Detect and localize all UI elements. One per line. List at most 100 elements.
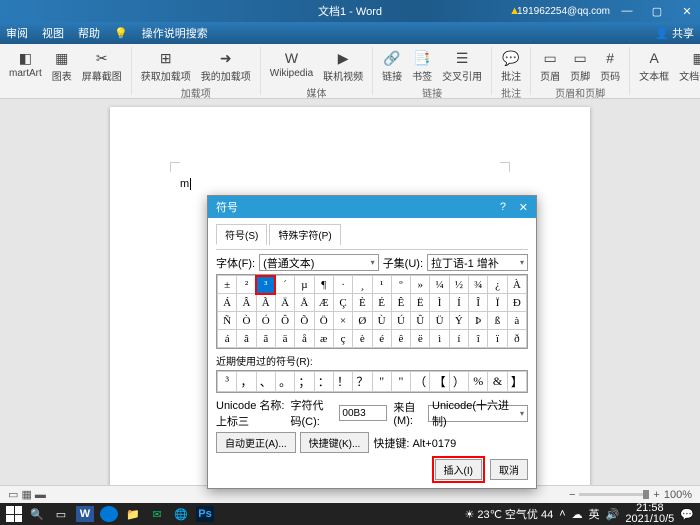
- character-cell[interactable]: æ: [314, 330, 333, 348]
- character-cell[interactable]: Å: [295, 294, 314, 312]
- zoom-level[interactable]: 100%: [664, 489, 692, 501]
- ribbon-button[interactable]: ▭页脚: [567, 47, 593, 85]
- character-cell[interactable]: µ: [295, 276, 314, 294]
- share-button[interactable]: 👤 共享: [655, 25, 694, 41]
- character-cell[interactable]: Ê: [391, 294, 410, 312]
- character-cell[interactable]: ·: [333, 276, 352, 294]
- character-cell[interactable]: Ç: [333, 294, 352, 312]
- recent-character-cell[interactable]: 【: [430, 372, 449, 392]
- character-cell[interactable]: ã: [256, 330, 275, 348]
- character-cell[interactable]: Ó: [256, 312, 275, 330]
- character-cell[interactable]: Ä: [275, 294, 294, 312]
- search-icon[interactable]: 🔍: [28, 506, 46, 522]
- recent-character-cell[interactable]: %: [469, 372, 488, 392]
- ribbon-button[interactable]: ▦文档部件: [676, 47, 700, 85]
- task-view-icon[interactable]: ▭: [52, 506, 70, 522]
- shortcut-key-button[interactable]: 快捷键(K)...: [300, 432, 370, 453]
- recent-character-cell[interactable]: ）: [449, 372, 468, 392]
- character-cell[interactable]: ì: [430, 330, 449, 348]
- tray-chevron-icon[interactable]: ˄: [559, 508, 565, 520]
- recent-character-cell[interactable]: （: [411, 372, 430, 392]
- character-cell[interactable]: ï: [488, 330, 507, 348]
- zoom-slider[interactable]: [579, 493, 649, 496]
- recent-character-cell[interactable]: ：: [314, 372, 333, 392]
- ribbon-button[interactable]: ◧martArt: [6, 47, 45, 81]
- minimize-button[interactable]: —: [618, 5, 636, 18]
- ime-indicator[interactable]: 英: [589, 506, 600, 522]
- ribbon-button[interactable]: 🔗链接: [379, 47, 405, 85]
- character-cell[interactable]: ¾: [469, 276, 488, 294]
- character-cell[interactable]: Â: [237, 294, 256, 312]
- character-cell[interactable]: á: [218, 330, 237, 348]
- character-cell[interactable]: ¿: [488, 276, 507, 294]
- character-cell[interactable]: »: [411, 276, 430, 294]
- character-cell[interactable]: Ë: [411, 294, 430, 312]
- character-cell[interactable]: í: [449, 330, 468, 348]
- character-cell[interactable]: ç: [333, 330, 352, 348]
- recent-character-cell[interactable]: 、: [256, 372, 275, 392]
- dialog-close-button[interactable]: ✕: [519, 201, 528, 214]
- character-cell[interactable]: Ñ: [218, 312, 237, 330]
- dialog-titlebar[interactable]: 符号 ? ✕: [208, 196, 536, 218]
- view-buttons[interactable]: ▭ ▦ ▬: [8, 488, 46, 501]
- character-cell[interactable]: ß: [488, 312, 507, 330]
- menu-item-view[interactable]: 视图: [42, 25, 64, 41]
- recent-character-cell[interactable]: 】: [507, 372, 526, 392]
- tab-symbols[interactable]: 符号(S): [216, 224, 267, 245]
- character-cell[interactable]: Ö: [314, 312, 333, 330]
- character-cell[interactable]: ê: [391, 330, 410, 348]
- character-cell[interactable]: ä: [275, 330, 294, 348]
- taskbar-wechat[interactable]: ✉: [148, 506, 166, 522]
- recent-character-cell[interactable]: &: [488, 372, 507, 392]
- user-email[interactable]: 191962254@qq.com: [517, 6, 610, 17]
- ribbon-button[interactable]: ▶联机视频: [320, 47, 366, 85]
- character-cell[interactable]: Ò: [237, 312, 256, 330]
- character-cell[interactable]: Ã: [256, 294, 275, 312]
- character-cell[interactable]: ë: [411, 330, 430, 348]
- character-cell[interactable]: Ð: [507, 294, 526, 312]
- character-cell[interactable]: Æ: [314, 294, 333, 312]
- character-cell[interactable]: ½: [449, 276, 468, 294]
- weather-widget[interactable]: ☀ 23℃ 空气优 44: [464, 506, 553, 522]
- character-cell[interactable]: î: [469, 330, 488, 348]
- onedrive-icon[interactable]: ☁: [572, 508, 583, 521]
- character-cell[interactable]: Ü: [430, 312, 449, 330]
- close-button[interactable]: ✕: [678, 5, 696, 18]
- character-cell[interactable]: ð: [507, 330, 526, 348]
- taskbar-browser[interactable]: 🌐: [172, 506, 190, 522]
- ribbon-button[interactable]: WWikipedia: [267, 47, 316, 81]
- character-cell[interactable]: ¼: [430, 276, 449, 294]
- character-cell[interactable]: è: [353, 330, 372, 348]
- taskbar-photoshop[interactable]: Ps: [196, 506, 214, 522]
- from-combo[interactable]: Unicode(十六进制)▾: [428, 405, 528, 422]
- character-cell[interactable]: Ý: [449, 312, 468, 330]
- character-cell[interactable]: Î: [469, 294, 488, 312]
- ribbon-button[interactable]: 📑书签: [409, 47, 435, 85]
- character-cell[interactable]: À: [507, 276, 526, 294]
- character-cell[interactable]: ³: [256, 276, 275, 294]
- character-cell[interactable]: Í: [449, 294, 468, 312]
- ribbon-button[interactable]: ⊞获取加载项: [138, 47, 194, 85]
- character-cell[interactable]: à: [507, 312, 526, 330]
- character-cell[interactable]: ¶: [314, 276, 333, 294]
- volume-icon[interactable]: 🔊: [606, 508, 620, 521]
- autocorrect-button[interactable]: 自动更正(A)...: [216, 432, 296, 453]
- ribbon-button[interactable]: ▭页眉: [537, 47, 563, 85]
- taskbar-word[interactable]: W: [76, 506, 94, 522]
- charcode-input[interactable]: [339, 405, 387, 421]
- character-cell[interactable]: Û: [411, 312, 430, 330]
- recent-character-cell[interactable]: ": [372, 372, 391, 392]
- character-cell[interactable]: ´: [275, 276, 294, 294]
- clock[interactable]: 21:58 2021/10/5: [625, 503, 674, 525]
- recent-character-cell[interactable]: ³: [218, 372, 237, 392]
- recent-character-cell[interactable]: ": [391, 372, 410, 392]
- notification-icon[interactable]: 💬: [680, 508, 694, 521]
- ribbon-button[interactable]: ▦图表: [49, 47, 75, 85]
- ribbon-button[interactable]: ➜我的加载项: [198, 47, 254, 85]
- subset-combo[interactable]: 拉丁语-1 增补▾: [427, 254, 528, 271]
- character-cell[interactable]: ±: [218, 276, 237, 294]
- character-cell[interactable]: Ï: [488, 294, 507, 312]
- character-cell[interactable]: å: [295, 330, 314, 348]
- zoom-out[interactable]: −: [569, 489, 575, 501]
- character-cell[interactable]: È: [353, 294, 372, 312]
